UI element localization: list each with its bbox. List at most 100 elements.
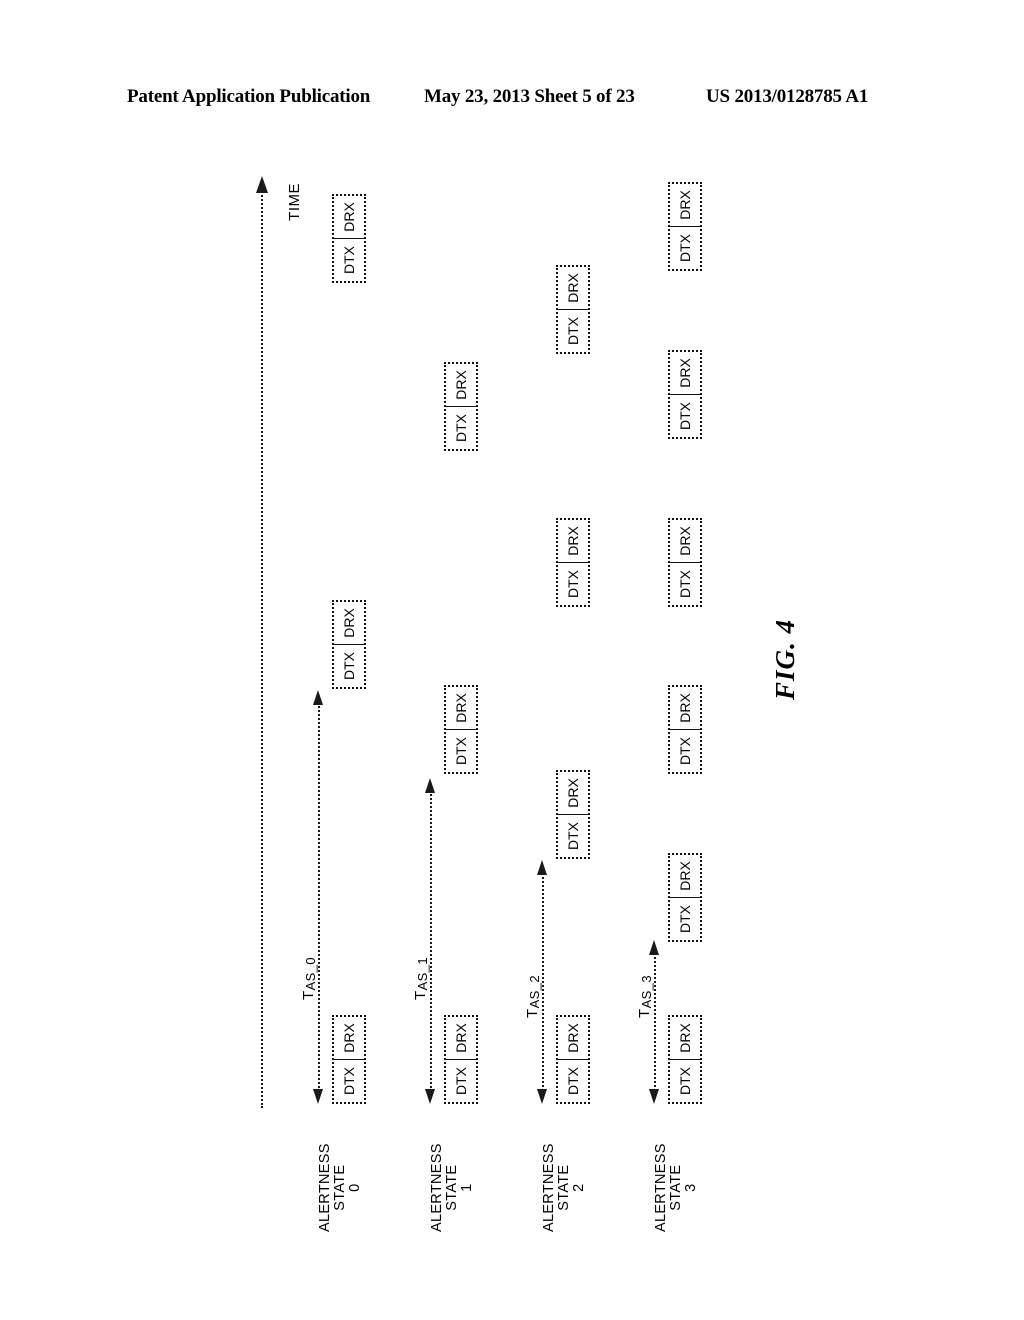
drx-half: DRX xyxy=(558,772,588,815)
drx-half: DRX xyxy=(558,520,588,563)
drx-half: DRX xyxy=(670,352,700,395)
arrow-shaft xyxy=(430,791,432,1091)
drx-half: DRX xyxy=(670,687,700,730)
drx-label: DRX xyxy=(677,526,693,556)
dtx-drx-block: DRX DTX xyxy=(444,685,478,774)
interval-arrow-alertness-state-3 xyxy=(649,940,660,1104)
dtx-label: DTX xyxy=(565,822,581,850)
dtx-drx-block: DRX DTX xyxy=(332,1015,366,1104)
dtx-label: DTX xyxy=(453,1067,469,1095)
drx-label: DRX xyxy=(677,861,693,891)
dtx-drx-block: DRX DTX xyxy=(556,265,590,354)
row-label-line1: ALERTNESS xyxy=(541,1143,557,1232)
row-label-alertness-state-3: ALERTNESS STATE 3 xyxy=(653,1143,699,1232)
dtx-drx-block: DRX DTX xyxy=(668,685,702,774)
interval-label-main: T xyxy=(636,1008,653,1018)
interval-arrow-alertness-state-1 xyxy=(425,778,436,1104)
drx-label: DRX xyxy=(565,778,581,808)
dtx-label: DTX xyxy=(341,652,357,680)
interval-label-main: T xyxy=(300,990,317,1000)
row-label-alertness-state-1: ALERTNESS STATE 1 xyxy=(429,1143,475,1232)
interval-label-main: T xyxy=(412,990,429,1000)
drx-half: DRX xyxy=(670,184,700,227)
drx-half: DRX xyxy=(334,196,364,239)
dtx-drx-block: DRX DTX xyxy=(556,770,590,859)
dtx-half: DTX xyxy=(446,407,476,449)
dtx-half: DTX xyxy=(446,1060,476,1102)
arrowhead-down-icon xyxy=(649,1089,659,1104)
interval-label-subscript: AS_1 xyxy=(415,957,430,991)
interval-label-alertness-state-1: TAS_1 xyxy=(412,957,430,1000)
arrowhead-down-icon xyxy=(537,1089,547,1104)
arrowhead-down-icon xyxy=(313,1089,323,1104)
dtx-drx-block: DRX DTX xyxy=(668,182,702,271)
drx-half: DRX xyxy=(670,520,700,563)
row-label-index: 2 xyxy=(571,1183,587,1192)
dtx-label: DTX xyxy=(677,737,693,765)
dtx-half: DTX xyxy=(334,1060,364,1102)
row-label-line2: STATE xyxy=(332,1164,348,1211)
interval-label-main: T xyxy=(524,1008,541,1018)
time-axis-arrow xyxy=(256,176,268,1108)
dtx-label: DTX xyxy=(565,570,581,598)
dtx-drx-block: DRX DTX xyxy=(668,518,702,607)
drx-half: DRX xyxy=(558,267,588,310)
dtx-half: DTX xyxy=(670,227,700,269)
row-label-index: 0 xyxy=(347,1183,363,1192)
interval-label-subscript: AS_0 xyxy=(303,957,318,991)
drx-label: DRX xyxy=(341,608,357,638)
interval-label-subscript: AS_2 xyxy=(527,975,542,1009)
interval-label-alertness-state-2: TAS_2 xyxy=(524,975,542,1018)
row-label-line1: ALERTNESS xyxy=(429,1143,445,1232)
dtx-label: DTX xyxy=(677,570,693,598)
drx-label: DRX xyxy=(341,1023,357,1053)
dtx-half: DTX xyxy=(670,563,700,605)
drx-half: DRX xyxy=(446,364,476,407)
dtx-half: DTX xyxy=(558,815,588,857)
drx-label: DRX xyxy=(453,693,469,723)
drx-label: DRX xyxy=(677,693,693,723)
drx-half: DRX xyxy=(334,602,364,645)
drx-half: DRX xyxy=(670,1017,700,1060)
arrow-shaft xyxy=(318,703,320,1091)
row-label-line2: STATE xyxy=(668,1164,684,1211)
dtx-label: DTX xyxy=(677,1067,693,1095)
dtx-label: DTX xyxy=(453,737,469,765)
dtx-half: DTX xyxy=(334,239,364,281)
row-label-line1: ALERTNESS xyxy=(653,1143,669,1232)
dtx-drx-block: DRX DTX xyxy=(556,1015,590,1104)
drx-label: DRX xyxy=(677,190,693,220)
dtx-label: DTX xyxy=(341,246,357,274)
row-label-alertness-state-2: ALERTNESS STATE 2 xyxy=(541,1143,587,1232)
drx-label: DRX xyxy=(453,1023,469,1053)
dtx-half: DTX xyxy=(670,1060,700,1102)
dtx-label: DTX xyxy=(341,1067,357,1095)
dtx-half: DTX xyxy=(558,563,588,605)
interval-label-alertness-state-0: TAS_0 xyxy=(300,957,318,1000)
arrow-shaft xyxy=(542,873,544,1091)
dtx-drx-block: DRX DTX xyxy=(668,1015,702,1104)
drx-label: DRX xyxy=(341,202,357,232)
dtx-label: DTX xyxy=(677,402,693,430)
dtx-drx-block: DRX DTX xyxy=(444,1015,478,1104)
drx-half: DRX xyxy=(446,687,476,730)
interval-arrow-alertness-state-0 xyxy=(313,690,324,1104)
dtx-label: DTX xyxy=(453,414,469,442)
row-label-index: 3 xyxy=(683,1183,699,1192)
drx-label: DRX xyxy=(453,370,469,400)
patent-figure-4: TIME DRX DTX DRX DTX DRX DTX TAS_0 ALERTNESS STA… xyxy=(0,0,1024,1320)
dtx-drx-block: DRX DTX xyxy=(668,350,702,439)
dtx-drx-block: DRX DTX xyxy=(668,853,702,942)
dtx-half: DTX xyxy=(446,730,476,772)
dtx-half: DTX xyxy=(670,898,700,940)
dtx-half: DTX xyxy=(558,1060,588,1102)
drx-label: DRX xyxy=(677,1023,693,1053)
row-label-line2: STATE xyxy=(556,1164,572,1211)
dtx-label: DTX xyxy=(677,905,693,933)
drx-half: DRX xyxy=(446,1017,476,1060)
drx-label: DRX xyxy=(565,1023,581,1053)
dtx-half: DTX xyxy=(558,310,588,352)
drx-half: DRX xyxy=(334,1017,364,1060)
dtx-label: DTX xyxy=(565,1067,581,1095)
dtx-half: DTX xyxy=(670,395,700,437)
